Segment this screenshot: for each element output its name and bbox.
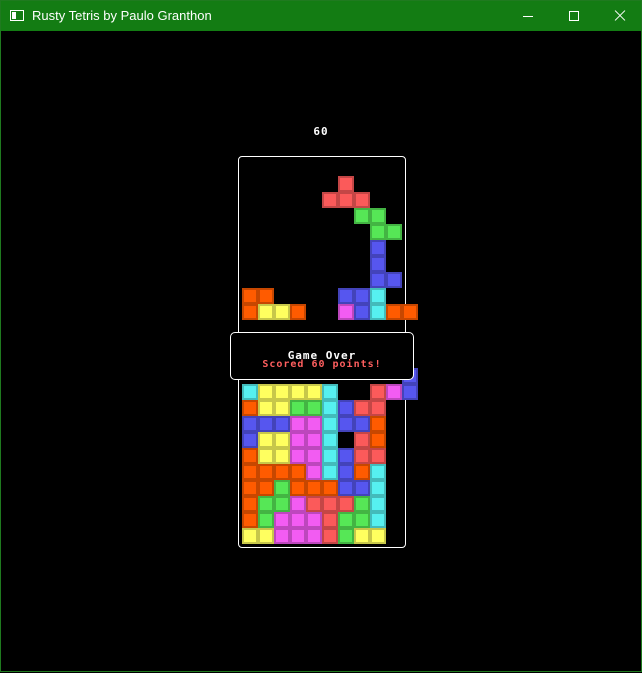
game-over-dialog: Game Over Scored 60 points! bbox=[230, 332, 414, 380]
final-score-message: Scored 60 points! bbox=[262, 359, 382, 370]
score-display: 60 bbox=[313, 125, 329, 138]
close-icon[interactable] bbox=[597, 1, 642, 31]
app-window-icon bbox=[10, 10, 24, 21]
title-bar[interactable]: Rusty Tetris by Paulo Granthon bbox=[1, 1, 641, 31]
minimize-icon[interactable] bbox=[505, 1, 551, 31]
window-title: Rusty Tetris by Paulo Granthon bbox=[32, 8, 212, 23]
maximize-icon[interactable] bbox=[551, 1, 597, 31]
game-window: Rusty Tetris by Paulo Granthon 60 Game O… bbox=[0, 0, 642, 672]
